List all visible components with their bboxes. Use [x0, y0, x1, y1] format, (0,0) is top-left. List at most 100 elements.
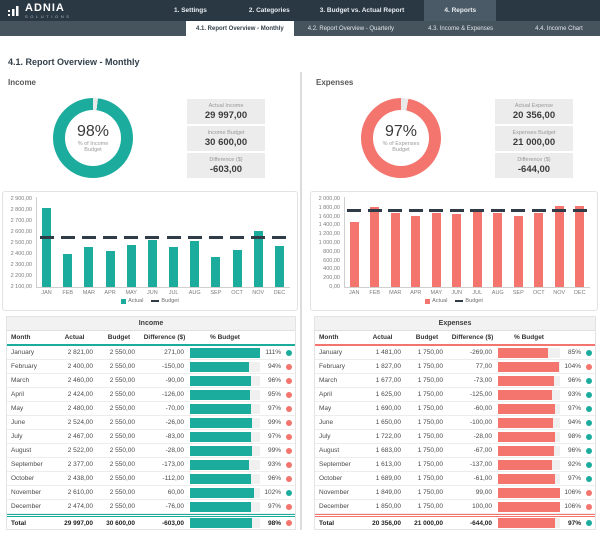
expenses-donut-caption: % of Expenses Budget	[381, 141, 421, 153]
cell-month: October	[7, 475, 51, 482]
brand-subtitle: SOLUTIONS	[25, 14, 72, 19]
actual-bar	[190, 241, 199, 287]
actual-swatch	[425, 299, 430, 304]
budget-dash-marker	[409, 209, 423, 212]
pct-bar-track	[498, 418, 560, 428]
nav-settings[interactable]: 1. Settings	[160, 0, 221, 21]
pct-bar-fill	[190, 518, 252, 528]
cell-budget: 1 750,00	[406, 447, 448, 454]
x-axis-category-label: APR	[100, 290, 121, 296]
actual-bar	[473, 211, 482, 287]
subtab-report-overview-monthly[interactable]: 4.1. Report Overview - Monthly	[186, 21, 294, 36]
cell-pct-bar	[497, 488, 561, 498]
cell-pct-label: 104%	[561, 363, 583, 370]
status-dot	[586, 420, 592, 426]
pct-bar-track	[190, 418, 260, 428]
expenses-donut-percent: 97%	[385, 123, 417, 140]
table-row: November2 610,002 550,0060,00102%	[7, 486, 295, 500]
cell-budget: 2 550,00	[98, 419, 140, 426]
cell-pct-label: 96%	[561, 447, 583, 454]
cell-pct-bar	[189, 446, 261, 456]
cell-status	[583, 434, 595, 440]
budget-dash-marker	[40, 236, 54, 239]
col-header-pct-budget: % Budget	[497, 334, 561, 341]
subtab-income-chart[interactable]: 4.4. Income Chart	[525, 21, 593, 36]
cell-status	[283, 406, 295, 412]
budget-dash-marker	[552, 209, 566, 212]
actual-income-value: 29 997,00	[205, 110, 247, 121]
content-columns: Income 98% % of Income Budget Actual Inc…	[0, 72, 600, 530]
expenses-column: Expenses 97% % of Expenses Budget Actual…	[300, 72, 600, 530]
cell-budget: 2 550,00	[98, 391, 140, 398]
pct-bar-track	[190, 446, 260, 456]
cell-status	[283, 476, 295, 482]
actual-expense-value: 20 356,00	[513, 110, 555, 121]
cell-actual: 1 689,00	[359, 475, 406, 482]
cell-pct-label: 95%	[261, 391, 283, 398]
income-column: Income 98% % of Income Budget Actual Inc…	[0, 72, 300, 530]
cell-actual: 2 460,00	[51, 377, 98, 384]
cell-budget: 1 750,00	[406, 349, 448, 356]
table-row: February1 827,001 750,0077,00104%	[315, 360, 595, 374]
cell-pct-label: 97%	[561, 405, 583, 412]
budget-dash-marker	[167, 236, 181, 239]
cell-difference: -644,00	[448, 520, 497, 527]
cell-pct-bar	[497, 362, 561, 372]
cell-actual: 1 690,00	[359, 405, 406, 412]
status-dot	[586, 392, 592, 398]
x-axis-category-label: DEC	[570, 290, 591, 296]
nav-categories[interactable]: 2. Categories	[235, 0, 304, 21]
cell-status	[583, 448, 595, 454]
cell-pct-bar	[189, 376, 261, 386]
col-header-pct-budget: % Budget	[189, 334, 261, 341]
cell-budget: 2 550,00	[98, 363, 140, 370]
table-row: July2 467,002 550,00-83,0097%	[7, 430, 295, 444]
actual-bar	[211, 257, 220, 287]
y-axis-tick-label: 2 800,00	[3, 207, 32, 213]
status-dot	[286, 490, 292, 496]
cell-status	[583, 420, 595, 426]
x-axis-category-label: MAY	[426, 290, 447, 296]
cell-budget: 1 750,00	[406, 419, 448, 426]
report-subtabs: 4.1. Report Overview - Monthly 4.2. Repo…	[0, 21, 600, 36]
nav-reports[interactable]: 4. Reports	[424, 0, 496, 21]
budget-dash-marker	[124, 236, 138, 239]
cell-status	[283, 350, 295, 356]
actual-bar	[148, 240, 157, 287]
cell-budget: 2 550,00	[98, 475, 140, 482]
cell-budget: 1 750,00	[406, 391, 448, 398]
y-axis-tick-label: 1 200,00	[311, 231, 340, 237]
cell-difference: -90,00	[140, 377, 189, 384]
nav-budget-vs-actual[interactable]: 3. Budget vs. Actual Report	[306, 0, 419, 21]
cell-pct-bar	[189, 362, 261, 372]
table-row: March2 460,002 550,00-90,0096%	[7, 374, 295, 388]
cell-status	[583, 392, 595, 398]
cell-pct-bar	[189, 390, 261, 400]
pct-bar-track	[498, 404, 560, 414]
subtab-report-overview-quarterly[interactable]: 4.2. Report Overview - Quarterly	[298, 21, 404, 36]
y-axis-tick-label: 200,00	[311, 275, 340, 281]
cell-status	[283, 434, 295, 440]
status-dot	[286, 378, 292, 384]
table-row: September1 613,001 750,00-137,0092%	[315, 458, 595, 472]
x-axis-category-label: JAN	[36, 290, 57, 296]
cell-month: March	[315, 377, 359, 384]
x-axis-category-label: NOV	[549, 290, 570, 296]
cell-pct-bar	[497, 376, 561, 386]
budget-dash-marker	[188, 236, 202, 239]
y-axis-tick-label: 2 900,00	[3, 196, 32, 202]
income-donut-caption: % of Income Budget	[73, 141, 113, 153]
pct-bar-track	[190, 348, 260, 358]
cell-status	[583, 490, 595, 496]
pct-bar-fill	[190, 502, 251, 512]
table-row: May1 690,001 750,00-60,0097%	[315, 402, 595, 416]
subtab-income-expenses[interactable]: 4.3. Income & Expenses	[418, 21, 503, 36]
pct-bar-fill	[190, 432, 251, 442]
income-stat-cards: Actual Income 29 997,00 Income Budget 30…	[187, 99, 265, 180]
chart-legend: ActualBudget	[311, 298, 597, 304]
expenses-hero: 97% % of Expenses Budget Actual Expense …	[308, 93, 600, 185]
budget-swatch	[151, 300, 159, 302]
cell-month: August	[315, 447, 359, 454]
income-budget-card: Income Budget 30 600,00	[187, 126, 265, 151]
budget-dash-marker	[491, 209, 505, 212]
